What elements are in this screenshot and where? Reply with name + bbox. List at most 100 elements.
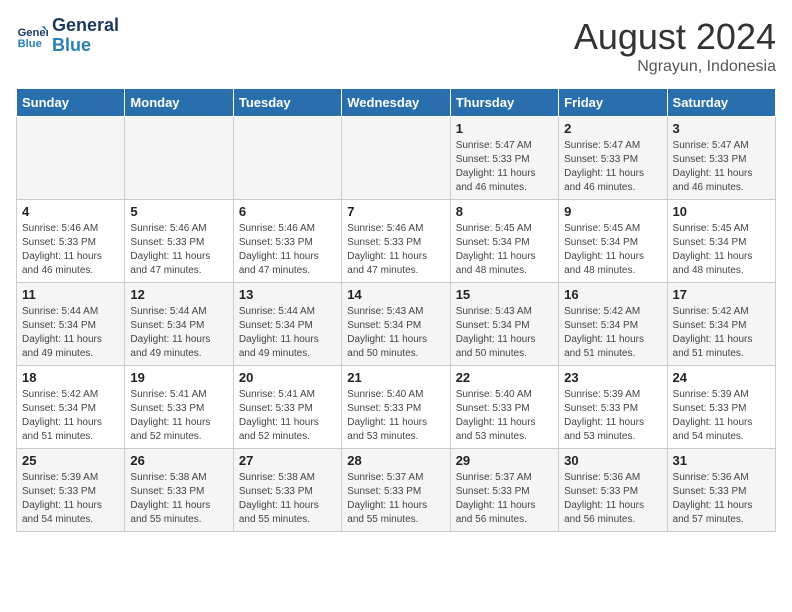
day-number: 29 (456, 453, 553, 468)
header-day: Wednesday (342, 89, 450, 117)
day-content: Sunrise: 5:46 AM Sunset: 5:33 PM Dayligh… (239, 222, 336, 278)
calendar-cell: 16Sunrise: 5:42 AM Sunset: 5:34 PM Dayli… (559, 283, 667, 366)
day-content: Sunrise: 5:40 AM Sunset: 5:33 PM Dayligh… (456, 388, 553, 444)
header-day: Tuesday (233, 89, 341, 117)
calendar-week: 1 Sunrise: 5:47 AM Sunset: 5:33 PM Daylig… (17, 117, 776, 200)
day-number: 11 (22, 287, 119, 302)
header-day: Sunday (17, 89, 125, 117)
calendar-cell (233, 117, 341, 200)
day-content: Sunrise: 5:44 AM Sunset: 5:34 PM Dayligh… (239, 305, 336, 361)
day-number: 31 (673, 453, 770, 468)
calendar-week: 11 Sunrise: 5:44 AM Sunset: 5:34 PM Dayli… (17, 283, 776, 366)
day-content: Sunrise: 5:39 AM Sunset: 5:33 PM Dayligh… (673, 388, 770, 444)
day-number: 30 (564, 453, 661, 468)
day-number: 14 (347, 287, 444, 302)
calendar-table: SundayMondayTuesdayWednesdayThursdayFrid… (16, 88, 776, 532)
calendar-week: 18 Sunrise: 5:42 AM Sunset: 5:34 PM Dayli… (17, 366, 776, 449)
day-content: Sunrise: 5:46 AM Sunset: 5:33 PM Dayligh… (130, 222, 227, 278)
day-number: 16 (564, 287, 661, 302)
logo: General Blue General Blue (16, 16, 119, 56)
calendar-cell: 4Sunrise: 5:46 AM Sunset: 5:33 PM Daylig… (17, 200, 125, 283)
day-number: 12 (130, 287, 227, 302)
calendar-cell: 7 Sunrise: 5:46 AM Sunset: 5:33 PM Daylig… (342, 200, 450, 283)
day-content: Sunrise: 5:36 AM Sunset: 5:33 PM Dayligh… (673, 471, 770, 527)
day-content: Sunrise: 5:38 AM Sunset: 5:33 PM Dayligh… (130, 471, 227, 527)
day-content: Sunrise: 5:45 AM Sunset: 5:34 PM Dayligh… (456, 222, 553, 278)
day-content: Sunrise: 5:39 AM Sunset: 5:33 PM Dayligh… (22, 471, 119, 527)
title-block: August 2024 Ngrayun, Indonesia (574, 16, 776, 76)
day-number: 15 (456, 287, 553, 302)
calendar-header: SundayMondayTuesdayWednesdayThursdayFrid… (17, 89, 776, 117)
day-number: 28 (347, 453, 444, 468)
day-number: 6 (239, 204, 336, 219)
svg-text:Blue: Blue (18, 38, 42, 50)
calendar-cell (342, 117, 450, 200)
calendar-cell: 1 Sunrise: 5:47 AM Sunset: 5:33 PM Daylig… (450, 117, 558, 200)
header-row: SundayMondayTuesdayWednesdayThursdayFrid… (17, 89, 776, 117)
day-content: Sunrise: 5:41 AM Sunset: 5:33 PM Dayligh… (239, 388, 336, 444)
day-content: Sunrise: 5:37 AM Sunset: 5:33 PM Dayligh… (347, 471, 444, 527)
day-number: 23 (564, 370, 661, 385)
calendar-cell: 18 Sunrise: 5:42 AM Sunset: 5:34 PM Dayli… (17, 366, 125, 449)
day-content: Sunrise: 5:38 AM Sunset: 5:33 PM Dayligh… (239, 471, 336, 527)
calendar-cell: 24 Sunrise: 5:39 AM Sunset: 5:33 PM Dayli… (667, 366, 775, 449)
day-number: 19 (130, 370, 227, 385)
calendar-cell: 20 Sunrise: 5:41 AM Sunset: 5:33 PM Dayli… (233, 366, 341, 449)
day-number: 2 (564, 121, 661, 136)
calendar-cell: 14 Sunrise: 5:43 AM Sunset: 5:34 PM Dayli… (342, 283, 450, 366)
day-content: Sunrise: 5:44 AM Sunset: 5:34 PM Dayligh… (22, 305, 119, 361)
day-content: Sunrise: 5:36 AM Sunset: 5:33 PM Dayligh… (564, 471, 661, 527)
day-number: 26 (130, 453, 227, 468)
day-number: 27 (239, 453, 336, 468)
calendar-cell: 25 Sunrise: 5:39 AM Sunset: 5:33 PM Dayli… (17, 449, 125, 532)
calendar-body: 1 Sunrise: 5:47 AM Sunset: 5:33 PM Daylig… (17, 117, 776, 532)
day-content: Sunrise: 5:42 AM Sunset: 5:34 PM Dayligh… (673, 305, 770, 361)
day-content: Sunrise: 5:47 AM Sunset: 5:33 PM Dayligh… (456, 139, 553, 195)
day-number: 8 (456, 204, 553, 219)
day-number: 13 (239, 287, 336, 302)
calendar-cell: 17 Sunrise: 5:42 AM Sunset: 5:34 PM Dayli… (667, 283, 775, 366)
calendar-cell: 8 Sunrise: 5:45 AM Sunset: 5:34 PM Daylig… (450, 200, 558, 283)
day-number: 4 (22, 204, 119, 219)
day-number: 20 (239, 370, 336, 385)
calendar-cell: 22 Sunrise: 5:40 AM Sunset: 5:33 PM Dayli… (450, 366, 558, 449)
calendar-cell: 11 Sunrise: 5:44 AM Sunset: 5:34 PM Dayli… (17, 283, 125, 366)
calendar-cell: 30 Sunrise: 5:36 AM Sunset: 5:33 PM Dayli… (559, 449, 667, 532)
day-content: Sunrise: 5:42 AM Sunset: 5:34 PM Dayligh… (22, 388, 119, 444)
day-number: 3 (673, 121, 770, 136)
day-content: Sunrise: 5:45 AM Sunset: 5:34 PM Dayligh… (564, 222, 661, 278)
header-day: Friday (559, 89, 667, 117)
day-content: Sunrise: 5:46 AM Sunset: 5:33 PM Dayligh… (347, 222, 444, 278)
calendar-cell: 26 Sunrise: 5:38 AM Sunset: 5:33 PM Dayli… (125, 449, 233, 532)
location: Ngrayun, Indonesia (574, 58, 776, 76)
calendar-cell (17, 117, 125, 200)
day-content: Sunrise: 5:39 AM Sunset: 5:33 PM Dayligh… (564, 388, 661, 444)
header-day: Saturday (667, 89, 775, 117)
day-number: 10 (673, 204, 770, 219)
day-number: 25 (22, 453, 119, 468)
day-content: Sunrise: 5:47 AM Sunset: 5:33 PM Dayligh… (673, 139, 770, 195)
calendar-cell: 19 Sunrise: 5:41 AM Sunset: 5:33 PM Dayli… (125, 366, 233, 449)
day-number: 24 (673, 370, 770, 385)
calendar-cell: 6 Sunrise: 5:46 AM Sunset: 5:33 PM Daylig… (233, 200, 341, 283)
day-number: 7 (347, 204, 444, 219)
day-number: 17 (673, 287, 770, 302)
header-day: Thursday (450, 89, 558, 117)
calendar-cell: 9Sunrise: 5:45 AM Sunset: 5:34 PM Daylig… (559, 200, 667, 283)
header-day: Monday (125, 89, 233, 117)
calendar-cell: 29Sunrise: 5:37 AM Sunset: 5:33 PM Dayli… (450, 449, 558, 532)
day-content: Sunrise: 5:41 AM Sunset: 5:33 PM Dayligh… (130, 388, 227, 444)
month-year: August 2024 (574, 16, 776, 58)
calendar-week: 25 Sunrise: 5:39 AM Sunset: 5:33 PM Dayli… (17, 449, 776, 532)
calendar-cell: 23 Sunrise: 5:39 AM Sunset: 5:33 PM Dayli… (559, 366, 667, 449)
svg-text:General: General (18, 27, 48, 39)
calendar-cell: 31 Sunrise: 5:36 AM Sunset: 5:33 PM Dayli… (667, 449, 775, 532)
calendar-cell (125, 117, 233, 200)
day-number: 1 (456, 121, 553, 136)
day-number: 18 (22, 370, 119, 385)
day-number: 22 (456, 370, 553, 385)
logo-line2: Blue (52, 36, 119, 56)
day-content: Sunrise: 5:43 AM Sunset: 5:34 PM Dayligh… (347, 305, 444, 361)
calendar-cell: 5Sunrise: 5:46 AM Sunset: 5:33 PM Daylig… (125, 200, 233, 283)
calendar-cell: 10Sunrise: 5:45 AM Sunset: 5:34 PM Dayli… (667, 200, 775, 283)
